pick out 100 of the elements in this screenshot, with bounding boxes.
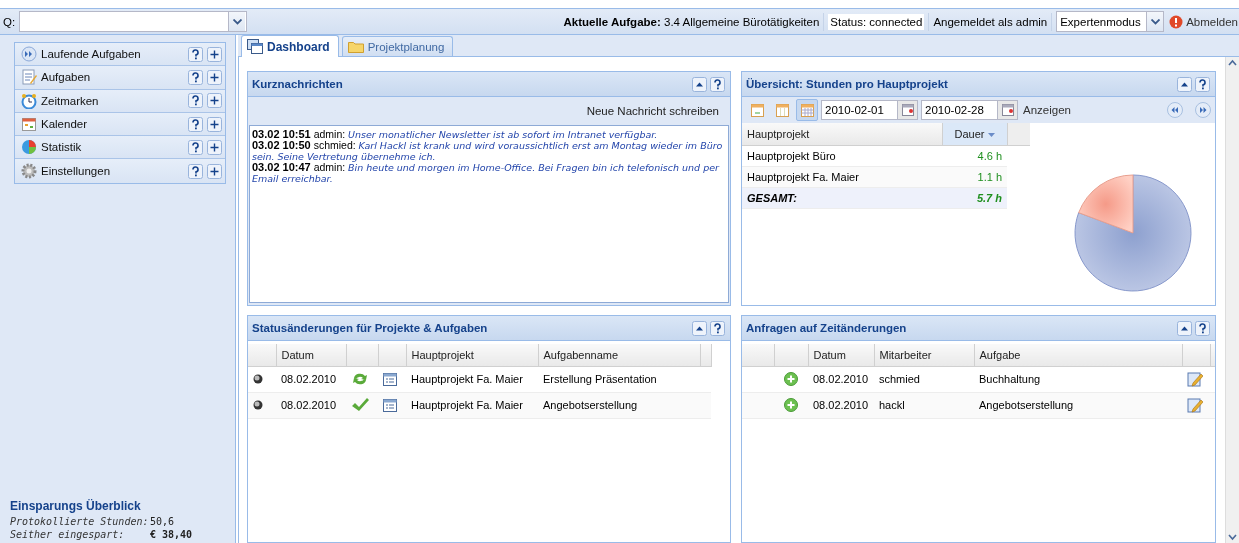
- new-message-button[interactable]: Neue Nachricht schreiben: [580, 104, 725, 118]
- summary-title: Einsparungs Überblick: [10, 499, 142, 513]
- sidebar-item[interactable]: Aufgaben: [15, 66, 225, 90]
- column-header[interactable]: Datum: [276, 344, 346, 366]
- column-header[interactable]: Hauptprojekt: [406, 344, 538, 366]
- connection-status: Status: connected: [828, 13, 925, 30]
- settings-icon: [21, 163, 37, 180]
- calendar-icon: [749, 102, 765, 118]
- table-cell: Hauptprojekt Fa. Maier: [406, 392, 538, 418]
- help-button[interactable]: [188, 139, 203, 155]
- table-cell: Hauptprojekt Büro: [742, 145, 942, 166]
- rewind-icon[interactable]: [1167, 102, 1183, 118]
- help-button[interactable]: [188, 116, 203, 132]
- calendar-icon: [774, 102, 790, 118]
- table-cell: hackl: [874, 392, 974, 418]
- help-button[interactable]: [188, 46, 203, 62]
- summary-value: € 38,40: [150, 528, 194, 541]
- column-header[interactable]: Datum: [808, 344, 874, 366]
- help-button[interactable]: [710, 76, 725, 92]
- news-message: 03.02 10:51 admin: Unser monatlicher Newsletter ist ab sofort im Intranet verfügbar.: [252, 129, 659, 140]
- mode-dropdown[interactable]: Expertenmodus: [1056, 11, 1165, 32]
- collapse-button[interactable]: [692, 320, 707, 336]
- caret-icon: [1150, 18, 1160, 25]
- news-message: 03.02 10:50 schmied: Karl Hackl ist krank und wird voraussichtlich erst am Montag wieder im Büro sein. Seine Vertretung übernehme ich.: [252, 140, 724, 162]
- collapse-button[interactable]: [1177, 76, 1192, 92]
- search-field[interactable]: [19, 11, 248, 32]
- add-button[interactable]: [207, 69, 222, 85]
- table-cell: 08.02.2010: [276, 392, 346, 418]
- panel-title: Anfragen auf Zeitänderungen: [746, 322, 908, 334]
- search-label: Q:: [3, 15, 16, 28]
- table-cell: 08.02.2010: [276, 366, 346, 392]
- news-message: 03.02 10:47 admin: Bin heute und morgen im Home-Office. Bei Fragen bin ich telefonisch und per Email erreichbar.: [252, 162, 721, 184]
- alert-icon: [1169, 14, 1184, 29]
- table-cell: Angebotserstellung: [538, 392, 700, 418]
- calendar-icon: [799, 102, 815, 118]
- help-button[interactable]: [188, 69, 203, 85]
- show-button[interactable]: Anzeigen: [1021, 104, 1073, 116]
- add-button[interactable]: [207, 93, 222, 109]
- calendar-icon: [900, 103, 915, 117]
- edit-icon[interactable]: [1187, 371, 1203, 387]
- add-button[interactable]: [207, 46, 222, 62]
- checkmark-icon: [351, 397, 369, 413]
- window-icon: [247, 39, 263, 54]
- table-cell: Angebotserstellung: [974, 392, 1182, 418]
- forward-icon: [21, 46, 37, 63]
- fast-forward-icon[interactable]: [1195, 102, 1211, 118]
- help-button[interactable]: [188, 163, 203, 179]
- sidebar-item[interactable]: Laufende Aufgaben: [15, 43, 225, 67]
- sidebar-item[interactable]: Zeitmarken: [15, 89, 225, 113]
- logout-button[interactable]: Abmelden: [1168, 14, 1239, 29]
- table-cell: 08.02.2010: [808, 366, 874, 392]
- table-cell: schmied: [874, 366, 974, 392]
- sort-arrow-icon: [987, 132, 995, 137]
- summary-label: Protokollierte Stunden:: [10, 515, 150, 528]
- column-header[interactable]: Aufgabenname: [538, 344, 700, 366]
- add-icon[interactable]: [784, 398, 798, 412]
- scrollbar[interactable]: [1225, 57, 1239, 543]
- alarm-clock-icon: [21, 92, 37, 109]
- help-button[interactable]: [1195, 76, 1210, 92]
- tab[interactable]: Projektplanung: [341, 36, 454, 56]
- table-cell: 08.02.2010: [808, 392, 874, 418]
- table-cell: Buchhaltung: [974, 366, 1182, 392]
- collapse-button[interactable]: [692, 76, 707, 92]
- column-header[interactable]: Dauer: [942, 123, 1007, 145]
- calendar-icon: [1000, 103, 1015, 117]
- pie-chart-icon: [21, 139, 37, 156]
- collapse-button[interactable]: [1177, 320, 1192, 336]
- details-icon[interactable]: [383, 372, 397, 386]
- refresh-icon: [351, 371, 369, 387]
- panel-title: Übersicht: Stunden pro Hauptprojekt: [746, 78, 949, 90]
- add-icon[interactable]: [784, 372, 798, 386]
- table-cell: Erstellung Präsentation: [538, 366, 700, 392]
- panel-title: Kurznachrichten: [252, 78, 344, 90]
- add-button[interactable]: [207, 139, 222, 155]
- column-header[interactable]: Mitarbeiter: [874, 344, 974, 366]
- add-button[interactable]: [207, 116, 222, 132]
- sidebar-item[interactable]: Kalender: [15, 112, 225, 137]
- sidebar-item[interactable]: Statistik: [15, 136, 225, 160]
- date-field[interactable]: 2010-02-01: [821, 100, 918, 120]
- caret-icon: [232, 18, 242, 25]
- column-header[interactable]: Hauptprojekt: [742, 123, 942, 145]
- sidebar-item[interactable]: Einstellungen: [15, 159, 225, 183]
- date-field[interactable]: 2010-02-28: [921, 100, 1018, 120]
- help-button[interactable]: [710, 320, 725, 336]
- details-icon[interactable]: [383, 398, 397, 412]
- table-cell: Hauptprojekt Fa. Maier: [406, 366, 538, 392]
- tab[interactable]: Dashboard: [241, 35, 339, 57]
- total-label: GESAMT:: [742, 187, 942, 208]
- edit-icon[interactable]: [1187, 397, 1203, 413]
- panel-title: Statusänderungen für Projekte & Aufgaben: [252, 322, 489, 334]
- help-button[interactable]: [1195, 320, 1210, 336]
- table-cell: Hauptprojekt Fa. Maier: [742, 166, 942, 187]
- total-value: 5.7 h: [942, 187, 1007, 208]
- ball-icon: [253, 400, 263, 410]
- add-button[interactable]: [207, 163, 222, 179]
- summary-label: Seither eingespart:: [10, 528, 126, 541]
- notepad-icon: [21, 69, 37, 86]
- ball-icon: [253, 374, 263, 384]
- column-header[interactable]: Aufgabe: [974, 344, 1182, 366]
- help-button[interactable]: [188, 93, 203, 109]
